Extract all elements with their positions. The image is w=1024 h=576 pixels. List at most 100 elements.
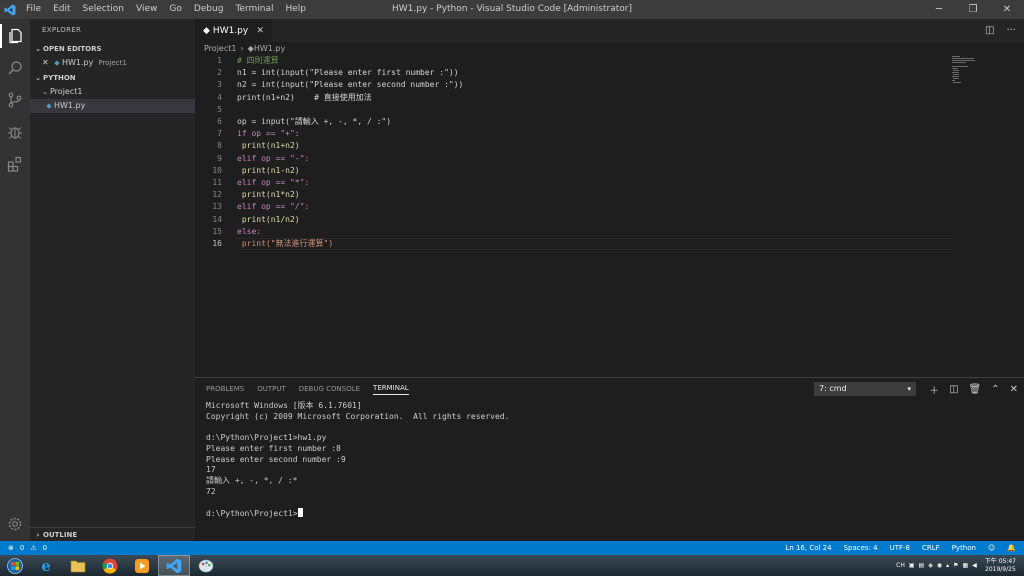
encoding[interactable]: UTF-8 <box>890 544 910 552</box>
close-window-icon[interactable]: ✕ <box>990 0 1024 19</box>
code-line: elif op == "*": <box>237 178 310 187</box>
line-number: 5 <box>217 104 222 114</box>
new-terminal-icon[interactable]: ＋ <box>929 382 939 397</box>
tab-terminal[interactable]: TERMINAL <box>373 384 409 395</box>
vscode-taskbar-icon[interactable] <box>158 555 190 576</box>
line-ending[interactable]: CRLF <box>922 544 940 552</box>
menu-go[interactable]: Go <box>163 0 187 19</box>
tray-app-icon[interactable]: ◉ <box>937 562 942 569</box>
terminal-prompt-line: d:\Python\Project1> <box>206 508 509 520</box>
terminal-output[interactable]: Microsoft Windows [版本 6.1.7601] Copyright… <box>206 401 509 520</box>
paint-app-icon[interactable] <box>190 555 222 576</box>
code-line: print("無法進行運算") <box>237 239 334 248</box>
language-mode[interactable]: Python <box>952 544 976 552</box>
code-line: n1 = int(input("Please enter first numbe… <box>237 68 459 78</box>
close-panel-icon[interactable]: ✕ <box>1010 384 1018 395</box>
notifications-bell-icon[interactable]: 🔔 <box>1007 544 1016 552</box>
tab-problems[interactable]: PROBLEMS <box>206 385 244 393</box>
code-editor[interactable]: 1 2 3 4 5 6 7 8 9 10 11 12 13 14 15 16 #… <box>195 55 1024 377</box>
python-file-icon: ◆ <box>203 25 210 36</box>
more-actions-icon[interactable]: ··· <box>1006 25 1016 36</box>
media-player-icon[interactable] <box>126 555 158 576</box>
open-editor-item[interactable]: ✕ ◆ HW1.py Project1 <box>30 56 195 70</box>
flag-icon[interactable]: ⚑ <box>953 562 958 569</box>
window-controls: ─ ❐ ✕ <box>922 0 1024 19</box>
line-number: 11 <box>212 178 222 187</box>
line-number: 16 <box>212 239 222 248</box>
minimap[interactable] <box>952 55 1012 85</box>
cursor-position[interactable]: Ln 16, Col 24 <box>785 544 831 552</box>
menu-file[interactable]: File <box>20 0 47 19</box>
tray-expand-icon[interactable]: ▴ <box>946 562 949 569</box>
line-number: 7 <box>217 129 222 139</box>
terminal-cursor <box>297 508 303 518</box>
error-icon: ⊗ <box>8 544 14 552</box>
editor-actions: ◫ ··· <box>985 19 1016 42</box>
menu-bar: File Edit Selection View Go Debug Termin… <box>20 0 312 19</box>
terminal-line: Microsoft Windows [版本 6.1.7601] <box>206 401 362 410</box>
network-icon[interactable]: ▦ <box>963 562 969 569</box>
explorer-icon[interactable] <box>0 21 30 51</box>
close-tab-icon[interactable]: ✕ <box>256 26 264 36</box>
file-name: HW1.py <box>54 101 86 110</box>
source-control-icon[interactable] <box>0 85 30 115</box>
volume-icon[interactable]: ◀ <box>972 562 977 569</box>
terminal-line: Copyright (c) 2009 Microsoft Corporation… <box>206 411 510 421</box>
tray-app-icon[interactable]: ▤ <box>919 562 925 569</box>
menu-edit[interactable]: Edit <box>47 0 76 19</box>
clock[interactable]: 下午 05:47 2019/9/25 <box>985 558 1016 574</box>
tray-app-icon[interactable]: ◈ <box>928 562 933 569</box>
workspace-section[interactable]: ⌄ PYTHON <box>30 71 195 85</box>
split-editor-icon[interactable]: ◫ <box>985 25 994 36</box>
minimize-icon[interactable]: ─ <box>922 0 956 19</box>
tab-hw1[interactable]: ◆ HW1.py ✕ <box>195 19 272 42</box>
menu-help[interactable]: Help <box>279 0 312 19</box>
chrome-icon[interactable] <box>94 555 126 576</box>
vscode-logo-icon <box>0 0 20 19</box>
internet-explorer-icon[interactable]: e <box>30 555 62 576</box>
terminal-selector[interactable]: 7: cmd ▾ <box>814 382 916 396</box>
code-line: n2 = int(input("Please enter second numb… <box>237 80 464 90</box>
debug-icon[interactable] <box>0 117 30 147</box>
breadcrumb-file[interactable]: HW1.py <box>254 42 285 55</box>
status-bar: ⊗ 0 ⚠ 0 Ln 16, Col 24 Spaces: 4 UTF-8 CR… <box>0 541 1024 555</box>
trash-icon[interactable]: 🗑 <box>969 384 982 395</box>
file-explorer-icon[interactable] <box>62 555 94 576</box>
tray-app-icon[interactable]: ▣ <box>909 562 915 569</box>
tab-label: HW1.py <box>212 25 249 36</box>
file-item[interactable]: ◆ HW1.py <box>30 99 195 113</box>
settings-gear-icon[interactable] <box>0 509 30 539</box>
problems-indicator[interactable]: ⊗ 0 ⚠ 0 <box>0 544 47 552</box>
code-line: print(n1+n2) <box>237 141 300 151</box>
menu-view[interactable]: View <box>130 0 163 19</box>
outline-section[interactable]: › OUTLINE <box>30 527 195 541</box>
indentation[interactable]: Spaces: 4 <box>844 544 878 552</box>
open-editors-section[interactable]: ⌄ OPEN EDITORS <box>30 42 195 56</box>
extensions-icon[interactable] <box>0 149 30 179</box>
breadcrumb-folder[interactable]: Project1 <box>204 42 236 55</box>
clock-time: 下午 05:47 <box>984 557 1016 565</box>
line-number: 3 <box>217 80 222 90</box>
restore-icon[interactable]: ❐ <box>956 0 990 19</box>
status-right: Ln 16, Col 24 Spaces: 4 UTF-8 CRLF Pytho… <box>785 541 1016 555</box>
start-button-icon[interactable] <box>0 555 30 576</box>
menu-terminal[interactable]: Terminal <box>229 0 279 19</box>
feedback-smiley-icon[interactable]: ☺ <box>988 544 995 552</box>
terminal-line: 17 <box>206 465 216 475</box>
tab-output[interactable]: OUTPUT <box>257 385 286 393</box>
terminal-selector-value: 7: cmd <box>819 384 847 393</box>
maximize-panel-icon[interactable]: ⌃ <box>991 384 999 395</box>
ime-indicator[interactable]: CH <box>896 562 905 569</box>
search-icon[interactable] <box>0 53 30 83</box>
menu-debug[interactable]: Debug <box>188 0 230 19</box>
tab-debug-console[interactable]: DEBUG CONSOLE <box>299 385 360 393</box>
split-terminal-icon[interactable]: ◫ <box>949 384 958 395</box>
code-line: print(n1-n2) <box>237 165 300 175</box>
title-bar: File Edit Selection View Go Debug Termin… <box>0 0 1024 19</box>
line-number: 10 <box>212 165 222 175</box>
close-editor-icon[interactable]: ✕ <box>42 56 52 70</box>
line-number: 14 <box>212 214 222 224</box>
menu-selection[interactable]: Selection <box>77 0 130 19</box>
folder-item[interactable]: ⌄ Project1 <box>30 85 195 99</box>
